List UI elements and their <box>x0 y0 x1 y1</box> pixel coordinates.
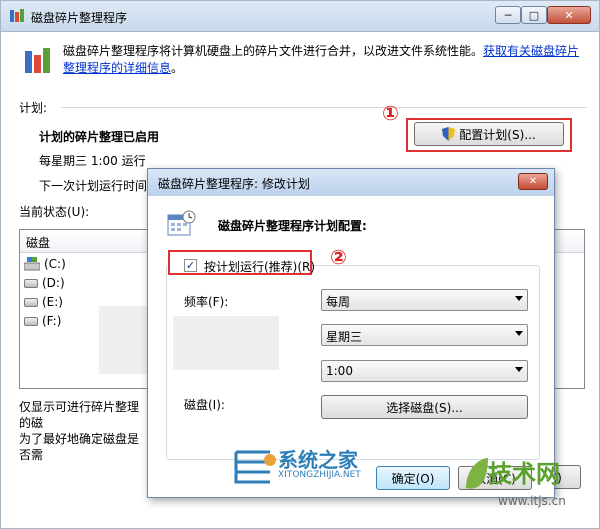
close-window-button[interactable]: ✕ <box>547 6 591 24</box>
watermark-text-2: 技术网 <box>488 460 560 488</box>
dialog-title-bar: 磁盘碎片整理程序: 修改计划 ✕ <box>148 169 554 196</box>
defrag-app-icon <box>10 9 24 22</box>
drive-label: (C:) <box>44 257 66 271</box>
drive-icon <box>24 278 38 288</box>
frequency-value: 每周 <box>326 295 351 309</box>
dialog-title: 磁盘碎片整理程序: 修改计划 <box>158 177 310 191</box>
drive-icon <box>24 316 38 326</box>
minimize-button[interactable]: ─ <box>495 6 521 24</box>
dialog-heading: 磁盘碎片整理程序计划配置: <box>218 219 367 233</box>
time-value: 1:00 <box>326 364 353 378</box>
chevron-down-icon <box>515 331 523 336</box>
run-on-schedule-checkbox[interactable]: ✓ <box>184 259 197 272</box>
maximize-button[interactable]: □ <box>521 6 547 24</box>
drive-label: (D:) <box>42 276 65 290</box>
drive-row-e[interactable]: (E:) <box>24 292 63 312</box>
day-value: 星期三 <box>326 330 363 344</box>
run-on-schedule-label[interactable]: 按计划运行(推荐)(R) <box>204 258 315 275</box>
dialog-close-button[interactable]: ✕ <box>518 173 548 190</box>
intro-text: 磁盘碎片整理程序将计算机硬盘上的碎片文件进行合并，以改进文件系统性能。获取有关磁… <box>63 43 583 77</box>
schedule-divider <box>61 107 587 108</box>
drive-row-f[interactable]: (F:) <box>24 311 61 331</box>
drive-label: (E:) <box>42 295 63 309</box>
chevron-down-icon <box>515 296 523 301</box>
watermark-url: www.itjs.cn <box>498 494 566 508</box>
note-line-1: 仅显示可进行碎片整理的磁 <box>19 400 140 430</box>
watermark-text: 系统之家 <box>278 448 358 472</box>
drive-label: (F:) <box>42 314 62 328</box>
column-disk[interactable]: 磁盘 <box>26 234 50 251</box>
next-run-text: 下一次计划运行时间: 2 <box>39 179 163 193</box>
current-status-label: 当前状态(U): <box>19 205 90 219</box>
configure-schedule-button[interactable]: 配置计划(S)... <box>414 122 564 146</box>
drive-row-c[interactable]: (C:) <box>24 254 66 274</box>
schedule-enabled-text: 计划的碎片整理已启用 <box>39 130 160 144</box>
intro-description: 磁盘碎片整理程序将计算机硬盘上的碎片文件进行合并，以改进文件系统性能。 <box>63 44 484 58</box>
defrag-icon <box>25 48 50 73</box>
frequency-label: 频率(F): <box>184 295 229 309</box>
disk-label: 磁盘(I): <box>184 398 225 412</box>
shield-icon <box>442 127 456 141</box>
window-title: 磁盘碎片整理程序 <box>31 11 128 25</box>
chevron-down-icon <box>515 367 523 372</box>
schedule-section-label: 计划: <box>19 101 48 115</box>
system-drive-icon <box>24 257 40 271</box>
watermark-subtext: XITONGZHIJIA.NET <box>278 470 361 480</box>
configure-schedule-label: 配置计划(S)... <box>459 127 536 142</box>
drive-row-d[interactable]: (D:) <box>24 273 65 293</box>
note-line-2: 为了最好地确定磁盘是否需 <box>19 432 140 462</box>
calendar-clock-icon <box>167 210 196 236</box>
time-select[interactable]: 1:00 <box>321 360 528 382</box>
blurred-area <box>173 316 279 370</box>
schedule-weekly-text: 每星期三 1:00 运行 <box>39 154 146 168</box>
day-select[interactable]: 星期三 <box>321 324 528 346</box>
title-bar: 磁盘碎片整理程序 ─ □ ✕ <box>1 1 599 32</box>
drive-icon <box>24 297 38 307</box>
select-disk-button[interactable]: 选择磁盘(S)... <box>321 395 528 419</box>
step-marker-1: ① <box>382 101 399 125</box>
intro-end: 。 <box>171 61 184 75</box>
bottom-note: 仅显示可进行碎片整理的磁 为了最好地确定磁盘是否需 <box>19 399 149 463</box>
frequency-select[interactable]: 每周 <box>321 289 528 311</box>
step-marker-2: ② <box>330 245 347 269</box>
